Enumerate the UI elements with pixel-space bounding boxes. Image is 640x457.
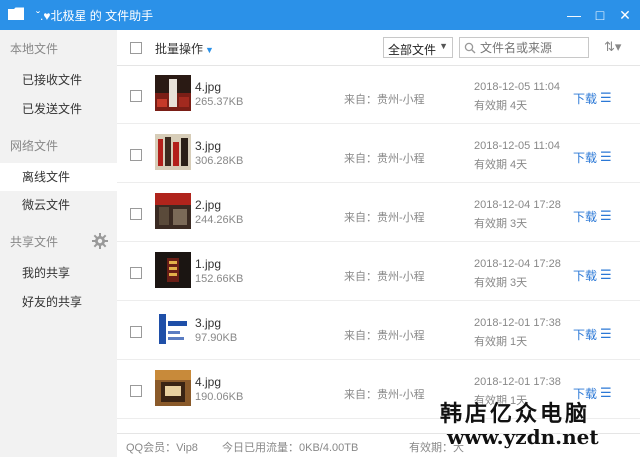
watermark-url: www.yzdn.net <box>447 425 599 449</box>
download-link[interactable]: 下载 <box>573 90 597 107</box>
watermark-title: 韩店亿众电脑 <box>440 401 591 427</box>
search-input[interactable] <box>480 40 585 55</box>
more-menu-icon[interactable]: ☰ <box>600 267 612 283</box>
image-thumbnail <box>155 134 191 170</box>
sidebar-item-weiyun[interactable]: 微云文件 <box>0 191 117 219</box>
sidebar-item-offline[interactable]: 离线文件 <box>0 163 117 191</box>
file-type-value: 全部文件 <box>388 43 437 57</box>
row-checkbox[interactable] <box>130 149 142 161</box>
download-link[interactable]: 下载 <box>573 326 597 343</box>
more-menu-icon[interactable]: ☰ <box>600 90 612 106</box>
more-menu-icon[interactable]: ☰ <box>600 385 612 401</box>
chevron-down-icon: ▼ <box>439 41 448 51</box>
file-date: 2018-12-05 11:04 <box>474 140 561 152</box>
batch-operations-button[interactable]: 批量操作 ▼ <box>155 40 214 57</box>
file-date: 2018-12-05 11:04 <box>474 81 561 93</box>
sidebar-item-sent[interactable]: 已发送文件 <box>0 95 117 123</box>
file-validity: 有效期 4天 <box>474 100 528 112</box>
file-source: 来自：贵州-小程 <box>344 212 425 224</box>
sidebar-item-my-share[interactable]: 我的共享 <box>0 259 117 287</box>
file-row[interactable]: 2.jpg 244.26KB 来自：贵州-小程 2018-12-04 17:28… <box>117 184 640 242</box>
file-row[interactable]: 3.jpg 97.90KB 来自：贵州-小程 2018-12-01 17:38 … <box>117 302 640 360</box>
row-checkbox[interactable] <box>130 267 142 279</box>
toolbar: 批量操作▼ 全部文件 ▼ ⇅▾ <box>117 30 640 66</box>
file-date: 2018-12-01 17:38 <box>474 376 561 388</box>
sidebar-section-network: 网络文件 <box>10 139 59 153</box>
batch-operations-label: 批量操作 <box>155 42 204 56</box>
close-button[interactable]: ✕ <box>614 4 636 26</box>
more-menu-icon[interactable]: ☰ <box>600 326 612 342</box>
file-source: 来自：贵州-小程 <box>344 94 425 106</box>
traffic-status: 今日已用流量：0KB/4.00TB <box>222 442 359 454</box>
gear-icon[interactable] <box>92 233 108 249</box>
chevron-down-icon: ▼ <box>205 45 214 55</box>
file-validity: 有效期 3天 <box>474 277 528 289</box>
row-checkbox[interactable] <box>130 326 142 338</box>
image-thumbnail <box>155 370 191 406</box>
row-checkbox[interactable] <box>130 208 142 220</box>
more-menu-icon[interactable]: ☰ <box>600 149 612 165</box>
file-name[interactable]: 4.jpg <box>195 80 221 94</box>
more-menu-icon[interactable]: ☰ <box>600 208 612 224</box>
file-size: 152.66KB <box>195 273 244 285</box>
main-panel: 批量操作▼ 全部文件 ▼ ⇅▾ 4.jpg 265.37KB 来自：贵州-小程 … <box>117 30 640 457</box>
file-validity: 有效期 1天 <box>474 336 528 348</box>
file-validity: 有效期 3天 <box>474 218 528 230</box>
file-type-select[interactable]: 全部文件 ▼ <box>383 37 453 58</box>
file-name[interactable]: 1.jpg <box>195 257 221 271</box>
file-size: 190.06KB <box>195 391 244 403</box>
file-source: 来自：贵州-小程 <box>344 271 425 283</box>
file-validity: 有效期 4天 <box>474 159 528 171</box>
file-source: 来自：贵州-小程 <box>344 389 425 401</box>
search-icon <box>464 42 476 54</box>
sidebar-section-local: 本地文件 <box>10 42 59 56</box>
sidebar: 本地文件 已接收文件 已发送文件 网络文件 离线文件 微云文件 共享文件 我的共… <box>0 30 117 457</box>
sort-icon[interactable]: ⇅▾ <box>604 39 621 55</box>
file-date: 2018-12-04 17:28 <box>474 258 561 270</box>
search-box[interactable] <box>459 37 589 58</box>
file-source: 来自：贵州-小程 <box>344 330 425 342</box>
title-bar: ˇ.♥北极星 的 文件助手 — □ ✕ <box>0 0 640 30</box>
file-size: 306.28KB <box>195 155 244 167</box>
download-link[interactable]: 下载 <box>573 208 597 225</box>
row-checkbox[interactable] <box>130 385 142 397</box>
sidebar-item-friend-share[interactable]: 好友的共享 <box>0 288 117 316</box>
window-title: ˇ.♥北极星 的 文件助手 <box>36 9 154 23</box>
file-size: 97.90KB <box>195 332 238 344</box>
minimize-button[interactable]: — <box>563 4 585 26</box>
file-row[interactable]: 3.jpg 306.28KB 来自：贵州-小程 2018-12-05 11:04… <box>117 125 640 183</box>
download-link[interactable]: 下载 <box>573 149 597 166</box>
image-thumbnail <box>155 75 191 111</box>
file-name[interactable]: 2.jpg <box>195 198 221 212</box>
file-name[interactable]: 3.jpg <box>195 139 221 153</box>
image-thumbnail <box>155 311 191 347</box>
row-checkbox[interactable] <box>130 90 142 102</box>
folder-icon <box>8 7 24 20</box>
file-name[interactable]: 4.jpg <box>195 375 221 389</box>
vip-status: QQ会员：Vip8 <box>126 442 198 454</box>
file-source: 来自：贵州-小程 <box>344 153 425 165</box>
file-size: 265.37KB <box>195 96 244 108</box>
download-link[interactable]: 下载 <box>573 267 597 284</box>
maximize-button[interactable]: □ <box>589 4 611 26</box>
sidebar-section-shared: 共享文件 <box>10 235 59 249</box>
select-all-checkbox[interactable] <box>130 42 142 54</box>
file-size: 244.26KB <box>195 214 244 226</box>
file-row[interactable]: 4.jpg 265.37KB 来自：贵州-小程 2018-12-05 11:04… <box>117 66 640 124</box>
image-thumbnail <box>155 252 191 288</box>
file-row[interactable]: 1.jpg 152.66KB 来自：贵州-小程 2018-12-04 17:28… <box>117 243 640 301</box>
file-date: 2018-12-01 17:38 <box>474 317 561 329</box>
image-thumbnail <box>155 193 191 229</box>
sidebar-item-received[interactable]: 已接收文件 <box>0 66 117 94</box>
file-name[interactable]: 3.jpg <box>195 316 221 330</box>
file-date: 2018-12-04 17:28 <box>474 199 561 211</box>
